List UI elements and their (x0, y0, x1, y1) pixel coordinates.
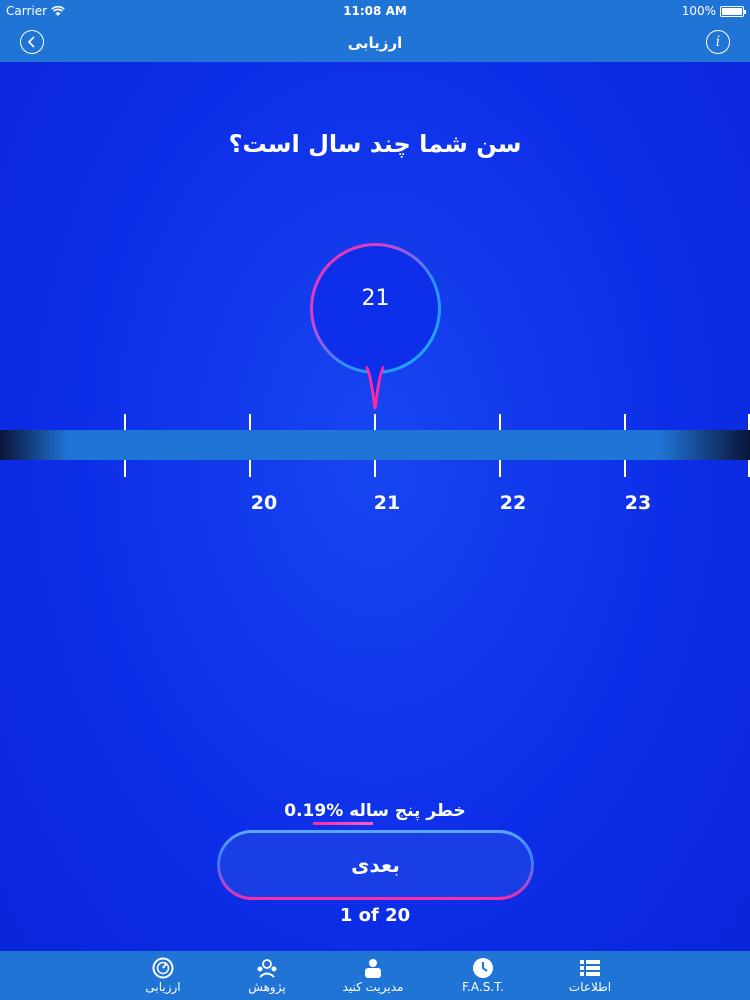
question-text: سن شما چند سال است؟ (228, 130, 522, 158)
battery-percent: 100% (681, 4, 716, 18)
slider-tick (499, 414, 501, 430)
tab-fast[interactable]: F.A.S.T. (428, 951, 538, 1000)
slider-tick-label: 21 (373, 492, 401, 514)
slider-tick-label: 23 (624, 492, 652, 514)
slider-tick-label: 22 (499, 492, 527, 514)
risk-value: 0.19% (284, 801, 344, 821)
tab-bar: ارزیابی پژوهش مدیریت کنید F.A.S.T. اطلاع… (0, 951, 750, 1000)
list-icon (580, 960, 600, 976)
tab-research[interactable]: پژوهش (212, 951, 322, 1000)
manage-icon (365, 959, 381, 978)
status-bar: Carrier 11:08 AM 100% (0, 0, 750, 22)
next-button-label: بعدی (351, 853, 400, 877)
slider-tick (624, 414, 626, 430)
gauge-icon (152, 957, 174, 979)
selected-age-value: 21 (361, 286, 390, 311)
slider-tick (249, 414, 251, 430)
tab-manage[interactable]: مدیریت کنید (318, 951, 428, 1000)
info-icon: i (715, 34, 721, 50)
risk-label: خطر پنج ساله (349, 801, 466, 821)
tab-label: ارزیابی (145, 980, 181, 994)
tab-info[interactable]: اطلاعات (535, 951, 645, 1000)
tab-label: اطلاعات (568, 980, 612, 994)
age-slider[interactable] (0, 430, 750, 460)
slider-tick (374, 460, 376, 477)
value-bubble: 21 (310, 243, 441, 374)
clock-icon (473, 958, 493, 978)
navigation-bar: ارزیابی i (0, 22, 750, 62)
research-icon (257, 959, 277, 978)
slider-tick (124, 460, 126, 477)
slider-tick (748, 414, 750, 430)
battery-status: 100% (681, 4, 746, 18)
slider-tick (249, 460, 251, 477)
page-title: ارزیابی (347, 34, 403, 52)
bubble-pointer (364, 365, 386, 410)
risk-text: خطر پنج ساله 0.19% (0, 801, 750, 821)
slider-tick (374, 414, 376, 430)
next-button[interactable]: بعدی (217, 830, 534, 900)
slider-tick (499, 460, 501, 477)
slider-tick (124, 414, 126, 430)
slider-tick (624, 460, 626, 477)
risk-underline (313, 822, 373, 825)
status-time: 11:08 AM (343, 4, 407, 18)
tab-label: پژوهش (248, 980, 286, 994)
tab-label: مدیریت کنید (342, 980, 404, 994)
tab-assessment[interactable]: ارزیابی (108, 951, 218, 1000)
battery-icon (720, 5, 746, 17)
slider-tick (748, 460, 750, 477)
info-button[interactable]: i (706, 30, 730, 54)
tab-label: F.A.S.T. (462, 980, 504, 994)
slider-tick-label: 20 (250, 492, 278, 514)
question-counter: 1 of 20 (339, 905, 411, 926)
